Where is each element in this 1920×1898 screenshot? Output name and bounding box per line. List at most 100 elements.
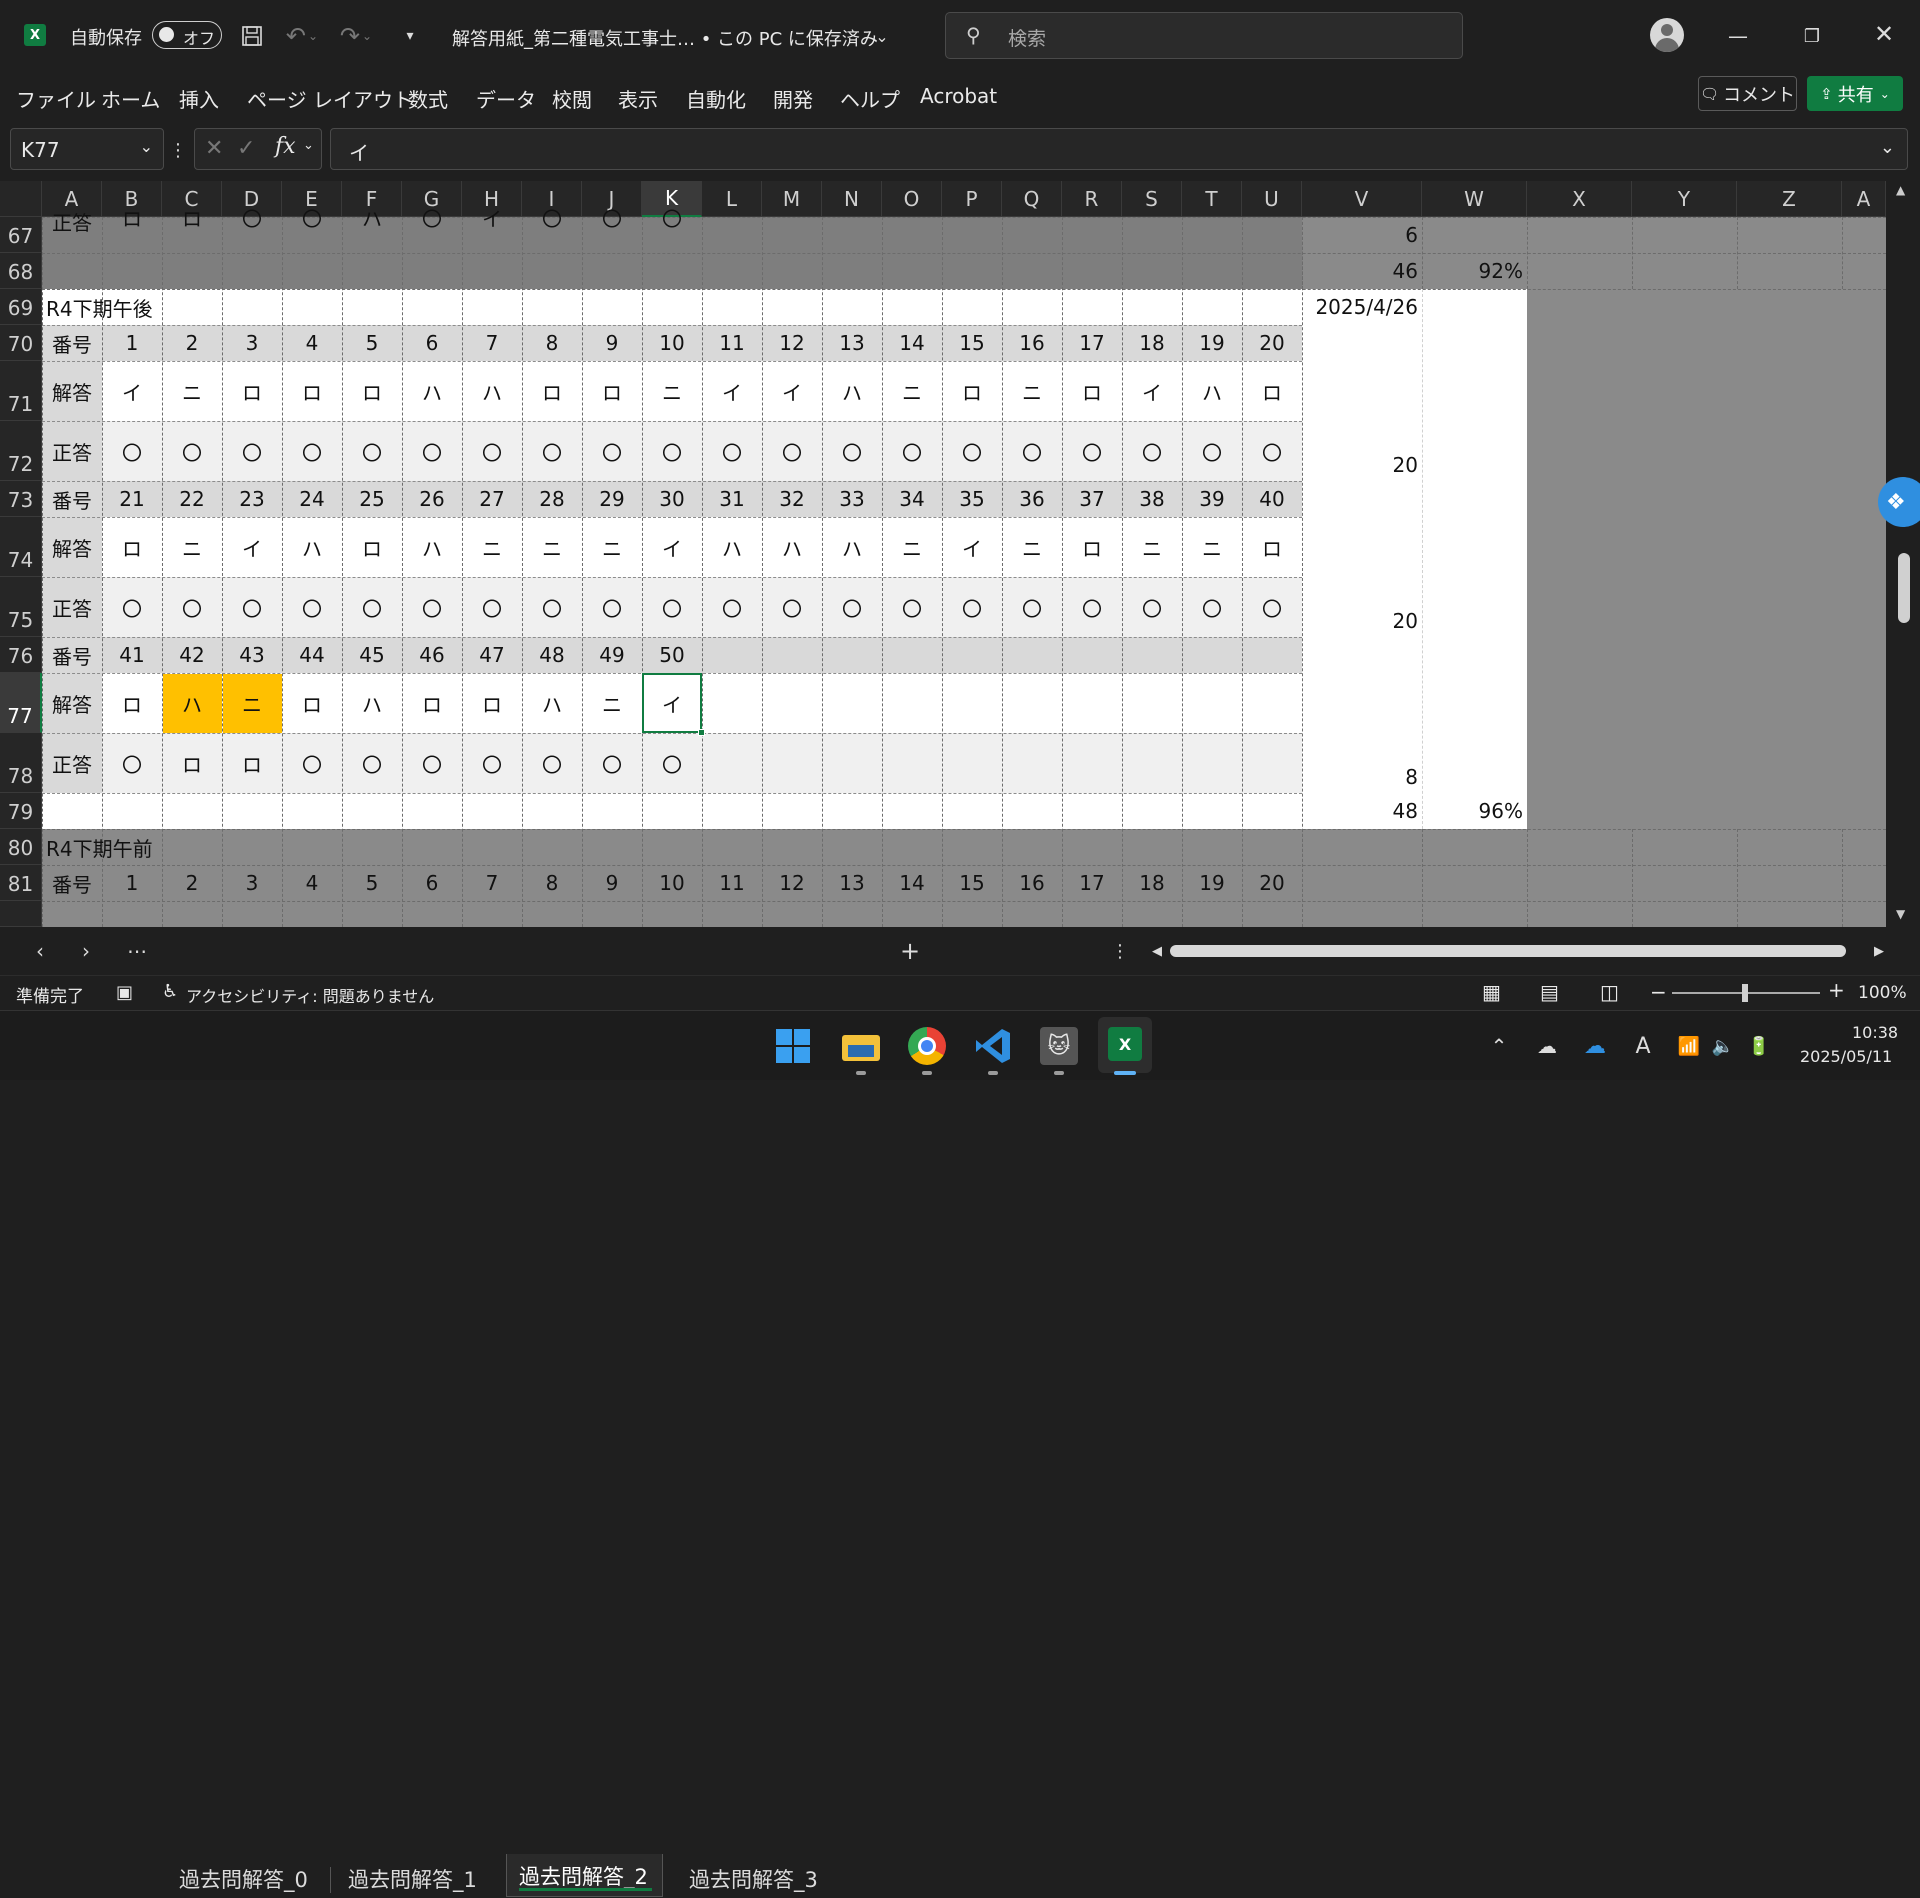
answer-cell[interactable]: 2 xyxy=(162,325,222,361)
answer-cell[interactable]: ハ xyxy=(342,203,402,239)
answer-cell[interactable] xyxy=(762,733,822,793)
macro-record-icon[interactable]: ▣ xyxy=(116,982,133,1003)
answer-cell[interactable]: ロ xyxy=(282,361,342,421)
chevron-down-icon[interactable]: ⌄ xyxy=(870,24,894,48)
answer-cell[interactable]: 〇 xyxy=(282,421,342,481)
row-header[interactable]: 73 xyxy=(0,481,42,517)
answer-cell[interactable]: 9 xyxy=(582,325,642,361)
answer-cell[interactable]: 3 xyxy=(222,865,282,901)
answer-cell[interactable] xyxy=(1062,203,1122,239)
row-header[interactable]: 68 xyxy=(0,253,42,289)
more-sheets-icon[interactable]: ⋯ xyxy=(122,935,152,967)
answer-cell[interactable]: 〇 xyxy=(162,421,222,481)
minimize-icon[interactable]: — xyxy=(1722,20,1754,52)
answer-cell[interactable]: 〇 xyxy=(642,733,702,793)
answer-cell[interactable]: イ xyxy=(702,361,762,421)
answer-cell[interactable]: 15 xyxy=(942,325,1002,361)
answer-cell[interactable]: 〇 xyxy=(402,421,462,481)
answer-cell[interactable]: 21 xyxy=(102,481,162,517)
answer-cell[interactable]: イ xyxy=(102,361,162,421)
answer-cell[interactable]: 〇 xyxy=(342,733,402,793)
answer-cell[interactable]: ハ xyxy=(402,361,462,421)
answer-cell[interactable]: 〇 xyxy=(762,421,822,481)
answer-cell[interactable]: 〇 xyxy=(222,577,282,637)
answer-cell[interactable]: 19 xyxy=(1182,325,1242,361)
answer-cell[interactable]: 〇 xyxy=(282,733,342,793)
answer-cell[interactable]: 44 xyxy=(282,637,342,673)
add-sheet-icon[interactable]: + xyxy=(896,935,924,967)
answer-cell[interactable]: ニ xyxy=(1002,361,1062,421)
comment-button[interactable]: 🗨 コメント xyxy=(1698,76,1797,111)
answer-cell[interactable] xyxy=(702,673,762,733)
app-icon[interactable]: 🐱 xyxy=(1040,1027,1078,1065)
answer-cell[interactable]: ロ xyxy=(1062,361,1122,421)
answer-cell[interactable]: 37 xyxy=(1062,481,1122,517)
answer-cell[interactable]: 14 xyxy=(882,865,942,901)
battery-icon[interactable]: 🔋 xyxy=(1744,1033,1774,1059)
answer-cell[interactable]: 47 xyxy=(462,637,522,673)
answer-cell[interactable]: 〇 xyxy=(1002,577,1062,637)
excel-taskbar-icon[interactable]: X xyxy=(1098,1017,1152,1073)
answer-cell[interactable]: ハ xyxy=(282,517,342,577)
answer-cell[interactable]: 〇 xyxy=(522,577,582,637)
answer-cell[interactable]: 17 xyxy=(1062,325,1122,361)
answer-cell[interactable] xyxy=(1122,637,1182,673)
volume-icon[interactable]: 🔈 xyxy=(1710,1033,1736,1059)
dropbox-icon[interactable]: ❖ xyxy=(1878,477,1920,527)
answer-cell[interactable]: 48 xyxy=(522,637,582,673)
answer-cell[interactable]: 1 xyxy=(102,325,162,361)
answer-cell[interactable]: ロ xyxy=(162,203,222,239)
vertical-scroll-thumb[interactable] xyxy=(1898,553,1910,623)
horizontal-scrollbar[interactable] xyxy=(1170,945,1846,957)
answer-cell[interactable]: 9 xyxy=(582,865,642,901)
answer-cell[interactable]: イ xyxy=(942,517,1002,577)
answer-cell[interactable]: 〇 xyxy=(1242,577,1302,637)
answer-cell[interactable]: 〇 xyxy=(582,577,642,637)
answer-cell[interactable] xyxy=(882,673,942,733)
row-label[interactable]: 番号 xyxy=(42,481,102,517)
answer-cell[interactable]: 5 xyxy=(342,865,402,901)
row-header[interactable]: 69 xyxy=(0,289,42,325)
menu-formulas[interactable]: 数式 xyxy=(408,84,448,113)
row-header[interactable]: 72 xyxy=(0,421,42,481)
answer-cell[interactable]: 10 xyxy=(642,865,702,901)
column-header[interactable]: Z xyxy=(1737,181,1842,217)
answer-cell[interactable]: 17 xyxy=(1062,865,1122,901)
answer-cell[interactable]: ロ xyxy=(1242,517,1302,577)
windows-start-icon[interactable] xyxy=(776,1029,810,1063)
avatar[interactable] xyxy=(1650,18,1684,52)
section-title[interactable]: R4下期午前 xyxy=(42,829,282,865)
answer-cell[interactable]: 13 xyxy=(822,865,882,901)
answer-cell[interactable]: 〇 xyxy=(522,203,582,239)
answer-cell[interactable]: ハ xyxy=(402,517,462,577)
customize-qat-icon[interactable]: ▾ xyxy=(398,24,422,48)
autosave-toggle[interactable]: オフ xyxy=(152,21,222,49)
answer-cell[interactable]: ハ xyxy=(762,517,822,577)
answer-cell[interactable]: ニ xyxy=(642,361,702,421)
answer-cell[interactable]: 〇 xyxy=(702,421,762,481)
answer-cell[interactable]: 〇 xyxy=(402,577,462,637)
answer-cell[interactable]: 〇 xyxy=(822,421,882,481)
answer-cell[interactable]: 10 xyxy=(642,325,702,361)
expand-formula-icon[interactable]: ⌄ xyxy=(1880,137,1895,158)
answer-cell[interactable] xyxy=(822,733,882,793)
answer-cell[interactable]: ニ xyxy=(162,361,222,421)
menu-insert[interactable]: 挿入 xyxy=(179,84,219,113)
answer-cell[interactable] xyxy=(882,733,942,793)
row-header[interactable]: 81 xyxy=(0,865,42,901)
worksheet-grid[interactable]: A B C D E F G H I J K L M N O P Q R S T U V W X Y Z A 67 68 69 70 71 72 7… xyxy=(0,181,1920,927)
answer-cell[interactable]: 32 xyxy=(762,481,822,517)
answer-cell[interactable]: 15 xyxy=(942,865,1002,901)
answer-cell[interactable]: ニ xyxy=(462,517,522,577)
answer-cell[interactable] xyxy=(1002,673,1062,733)
row-header[interactable]: 80 xyxy=(0,829,42,865)
answer-cell[interactable]: ニ xyxy=(882,361,942,421)
answer-cell[interactable]: ニ xyxy=(1122,517,1182,577)
status-accessibility[interactable]: アクセシビリティ: 問題ありません xyxy=(186,983,434,1007)
answer-cell[interactable]: 〇 xyxy=(462,577,522,637)
answer-cell[interactable]: 18 xyxy=(1122,865,1182,901)
answer-cell[interactable]: 〇 xyxy=(162,577,222,637)
column-header[interactable]: Y xyxy=(1632,181,1737,217)
answer-cell[interactable]: ロ xyxy=(222,733,282,793)
answer-cell[interactable]: 7 xyxy=(462,325,522,361)
